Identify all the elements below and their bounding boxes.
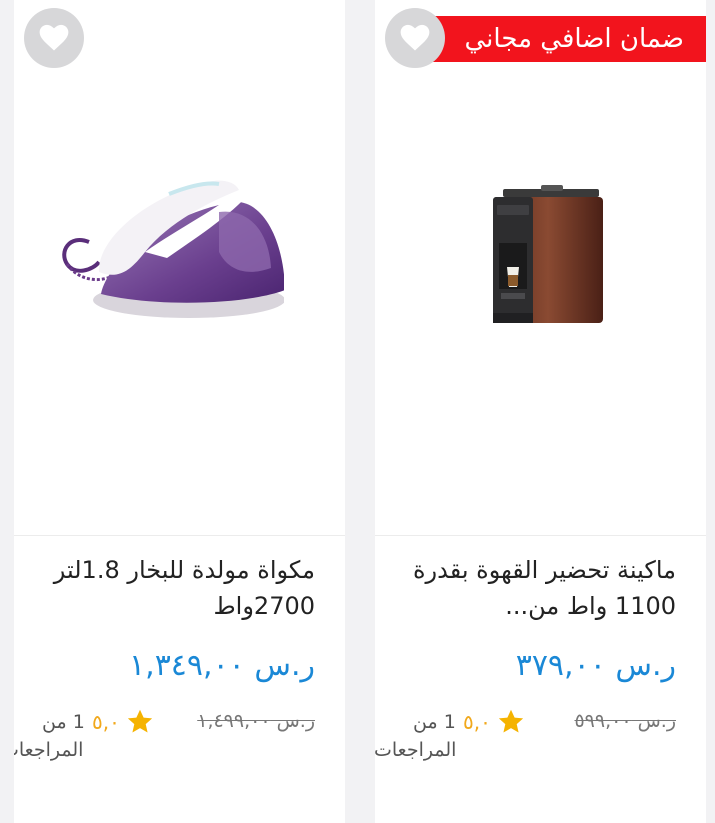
heart-icon bbox=[400, 24, 430, 51]
coffee-machine-image bbox=[493, 185, 603, 323]
free-warranty-badge: ضمان اضافي مجاني bbox=[432, 16, 706, 62]
star-icon bbox=[498, 709, 524, 733]
product-card-steam-iron[interactable]: مكواة مولدة للبخار 1.8لتر 2700واط ر.س ١,… bbox=[14, 0, 345, 823]
product-card-coffee-machine[interactable]: ضمان اضافي مجاني ماكينة تحضير القهوة بقد… bbox=[375, 0, 706, 823]
star-icon bbox=[127, 709, 153, 733]
steam-iron-image bbox=[62, 180, 284, 318]
reviews-label: المراجعات bbox=[14, 739, 84, 761]
product-title[interactable]: ماكينة تحضير القهوة بقدرة 1100 واط من... bbox=[386, 552, 676, 624]
rating-value: ٥,٠ bbox=[463, 710, 491, 734]
divider bbox=[14, 535, 345, 536]
old-price: ر.س ٥٩٩,٠٠ bbox=[574, 710, 676, 732]
favorite-button[interactable] bbox=[385, 8, 445, 68]
rating-value: ٥,٠ bbox=[92, 710, 120, 734]
favorite-button[interactable] bbox=[24, 8, 84, 68]
heart-icon bbox=[39, 24, 69, 51]
product-image-area[interactable] bbox=[14, 0, 345, 535]
product-image-area[interactable]: ضمان اضافي مجاني bbox=[375, 0, 706, 535]
product-price: ر.س ١,٣٤٩,٠٠ bbox=[129, 648, 315, 683]
reviews-label: المراجعات bbox=[375, 739, 457, 761]
product-title[interactable]: مكواة مولدة للبخار 1.8لتر 2700واط bbox=[25, 552, 315, 624]
product-price: ر.س ٣٧٩,٠٠ bbox=[515, 648, 676, 683]
reviews-count: 1 من bbox=[413, 711, 456, 733]
old-price: ر.س ١,٤٩٩,٠٠ bbox=[197, 710, 315, 732]
divider bbox=[375, 535, 706, 536]
reviews-count: 1 من bbox=[42, 711, 85, 733]
